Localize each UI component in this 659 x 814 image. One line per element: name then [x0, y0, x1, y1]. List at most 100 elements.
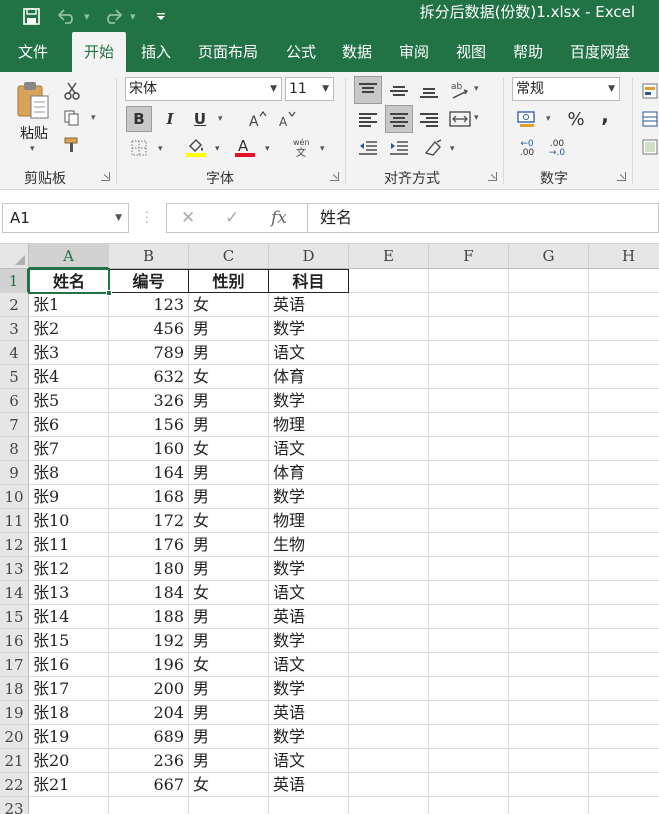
row-header-2[interactable]: 2 — [0, 293, 29, 317]
italic-button[interactable]: I — [157, 106, 183, 132]
empty-cell[interactable] — [509, 677, 589, 701]
cell-c15[interactable]: 男 — [189, 605, 269, 629]
cell-b12[interactable]: 176 — [109, 533, 189, 557]
tab-home[interactable]: 开始 — [72, 32, 126, 72]
worksheet-grid[interactable]: A B C D E F G H 1 2 3 4 5 6 7 8 9 10 11 12 13 14 15 16 17 18 19 20 2… — [0, 244, 659, 814]
empty-cell[interactable] — [589, 749, 659, 773]
cell-d13[interactable]: 数学 — [269, 557, 349, 581]
cell-d6[interactable]: 数学 — [269, 389, 349, 413]
clipboard-launcher-icon[interactable] — [101, 172, 110, 181]
increase-decimal-icon[interactable]: ←0.00 — [514, 136, 540, 162]
cell-d16[interactable]: 数学 — [269, 629, 349, 653]
empty-cell[interactable] — [429, 437, 509, 461]
empty-cell[interactable] — [429, 653, 509, 677]
cell-c6[interactable]: 男 — [189, 389, 269, 413]
empty-cell[interactable] — [429, 413, 509, 437]
empty-cell[interactable] — [589, 509, 659, 533]
tab-insert[interactable]: 插入 — [132, 32, 180, 72]
paste-label[interactable]: 粘贴 — [14, 123, 54, 143]
empty-cell[interactable] — [349, 293, 429, 317]
column-header-g[interactable]: G — [509, 244, 589, 269]
orientation-icon[interactable]: ab — [446, 76, 474, 104]
empty-cell[interactable] — [509, 797, 589, 814]
empty-cell[interactable] — [509, 437, 589, 461]
empty-cell[interactable] — [349, 605, 429, 629]
empty-cell[interactable] — [349, 653, 429, 677]
empty-cell[interactable] — [429, 797, 509, 814]
empty-cell[interactable] — [589, 341, 659, 365]
empty-cell[interactable] — [349, 725, 429, 749]
bottom-align-icon[interactable] — [415, 76, 443, 104]
cell-c18[interactable]: 男 — [189, 677, 269, 701]
cell-d9[interactable]: 体育 — [269, 461, 349, 485]
empty-cell[interactable] — [429, 365, 509, 389]
tab-help[interactable]: 帮助 — [504, 32, 552, 72]
empty-cell[interactable] — [429, 293, 509, 317]
row-header-8[interactable]: 8 — [0, 437, 29, 461]
tab-data[interactable]: 数据 — [334, 32, 380, 72]
cell-b14[interactable]: 184 — [109, 581, 189, 605]
empty-cell[interactable] — [509, 269, 589, 293]
empty-cell[interactable] — [349, 461, 429, 485]
merge-center-icon[interactable] — [446, 105, 474, 133]
cell-d3[interactable]: 数学 — [269, 317, 349, 341]
tab-page-layout[interactable]: 页面布局 — [190, 32, 266, 72]
empty-cell[interactable] — [429, 725, 509, 749]
cell-d20[interactable]: 数学 — [269, 725, 349, 749]
merge-dropdown-icon[interactable]: ▾ — [474, 113, 479, 123]
empty-cell[interactable] — [509, 389, 589, 413]
cell-b20[interactable]: 689 — [109, 725, 189, 749]
empty-cell[interactable] — [509, 557, 589, 581]
empty-cell[interactable] — [509, 701, 589, 725]
cell-c7[interactable]: 男 — [189, 413, 269, 437]
wrap-dropdown-icon[interactable]: ▾ — [450, 144, 455, 154]
empty-cell[interactable] — [349, 749, 429, 773]
empty-cell[interactable] — [509, 365, 589, 389]
font-size-dropdown-icon[interactable]: ▼ — [322, 78, 329, 100]
increase-font-size-icon[interactable]: A — [244, 106, 270, 132]
font-name-dropdown-icon[interactable]: ▼ — [270, 78, 277, 100]
empty-cell[interactable] — [349, 533, 429, 557]
redo-dropdown-icon[interactable]: ▾ — [130, 10, 136, 23]
cell-d2[interactable]: 英语 — [269, 293, 349, 317]
row-header-19[interactable]: 19 — [0, 701, 29, 725]
redo-icon[interactable] — [100, 0, 126, 32]
cell-d4[interactable]: 语文 — [269, 341, 349, 365]
empty-cell[interactable] — [509, 773, 589, 797]
empty-cell[interactable] — [589, 557, 659, 581]
cell-d19[interactable]: 英语 — [269, 701, 349, 725]
empty-cell[interactable] — [429, 341, 509, 365]
cell-d10[interactable]: 数学 — [269, 485, 349, 509]
cell-d11[interactable]: 物理 — [269, 509, 349, 533]
row-header-14[interactable]: 14 — [0, 581, 29, 605]
empty-cell[interactable] — [589, 533, 659, 557]
empty-cell[interactable] — [349, 701, 429, 725]
empty-cell[interactable] — [589, 581, 659, 605]
empty-cell[interactable] — [349, 485, 429, 509]
row-header-5[interactable]: 5 — [0, 365, 29, 389]
empty-cell[interactable] — [349, 317, 429, 341]
empty-cell[interactable] — [349, 509, 429, 533]
cell-c20[interactable]: 男 — [189, 725, 269, 749]
empty-cell[interactable] — [589, 677, 659, 701]
cell-a14[interactable]: 张13 — [29, 581, 109, 605]
empty-cell[interactable] — [589, 389, 659, 413]
column-header-f[interactable]: F — [429, 244, 509, 269]
accounting-format-icon[interactable] — [513, 106, 541, 132]
name-box[interactable]: A1 ▼ — [2, 203, 129, 233]
empty-cell[interactable] — [509, 461, 589, 485]
empty-cell[interactable] — [429, 317, 509, 341]
cell-d7[interactable]: 物理 — [269, 413, 349, 437]
empty-cell[interactable] — [509, 629, 589, 653]
tab-baidu-netdisk[interactable]: 百度网盘 — [562, 32, 638, 72]
row-header-18[interactable]: 18 — [0, 677, 29, 701]
cell-a11[interactable]: 张10 — [29, 509, 109, 533]
column-header-e[interactable]: E — [349, 244, 429, 269]
cell-b2[interactable]: 123 — [109, 293, 189, 317]
font-size-select[interactable]: 11 ▼ — [285, 77, 334, 101]
empty-cell[interactable] — [349, 797, 429, 814]
underline-button[interactable]: U — [187, 106, 213, 132]
cell-c21[interactable]: 男 — [189, 749, 269, 773]
decrease-font-size-icon[interactable]: A — [274, 106, 300, 132]
empty-cell[interactable] — [349, 365, 429, 389]
